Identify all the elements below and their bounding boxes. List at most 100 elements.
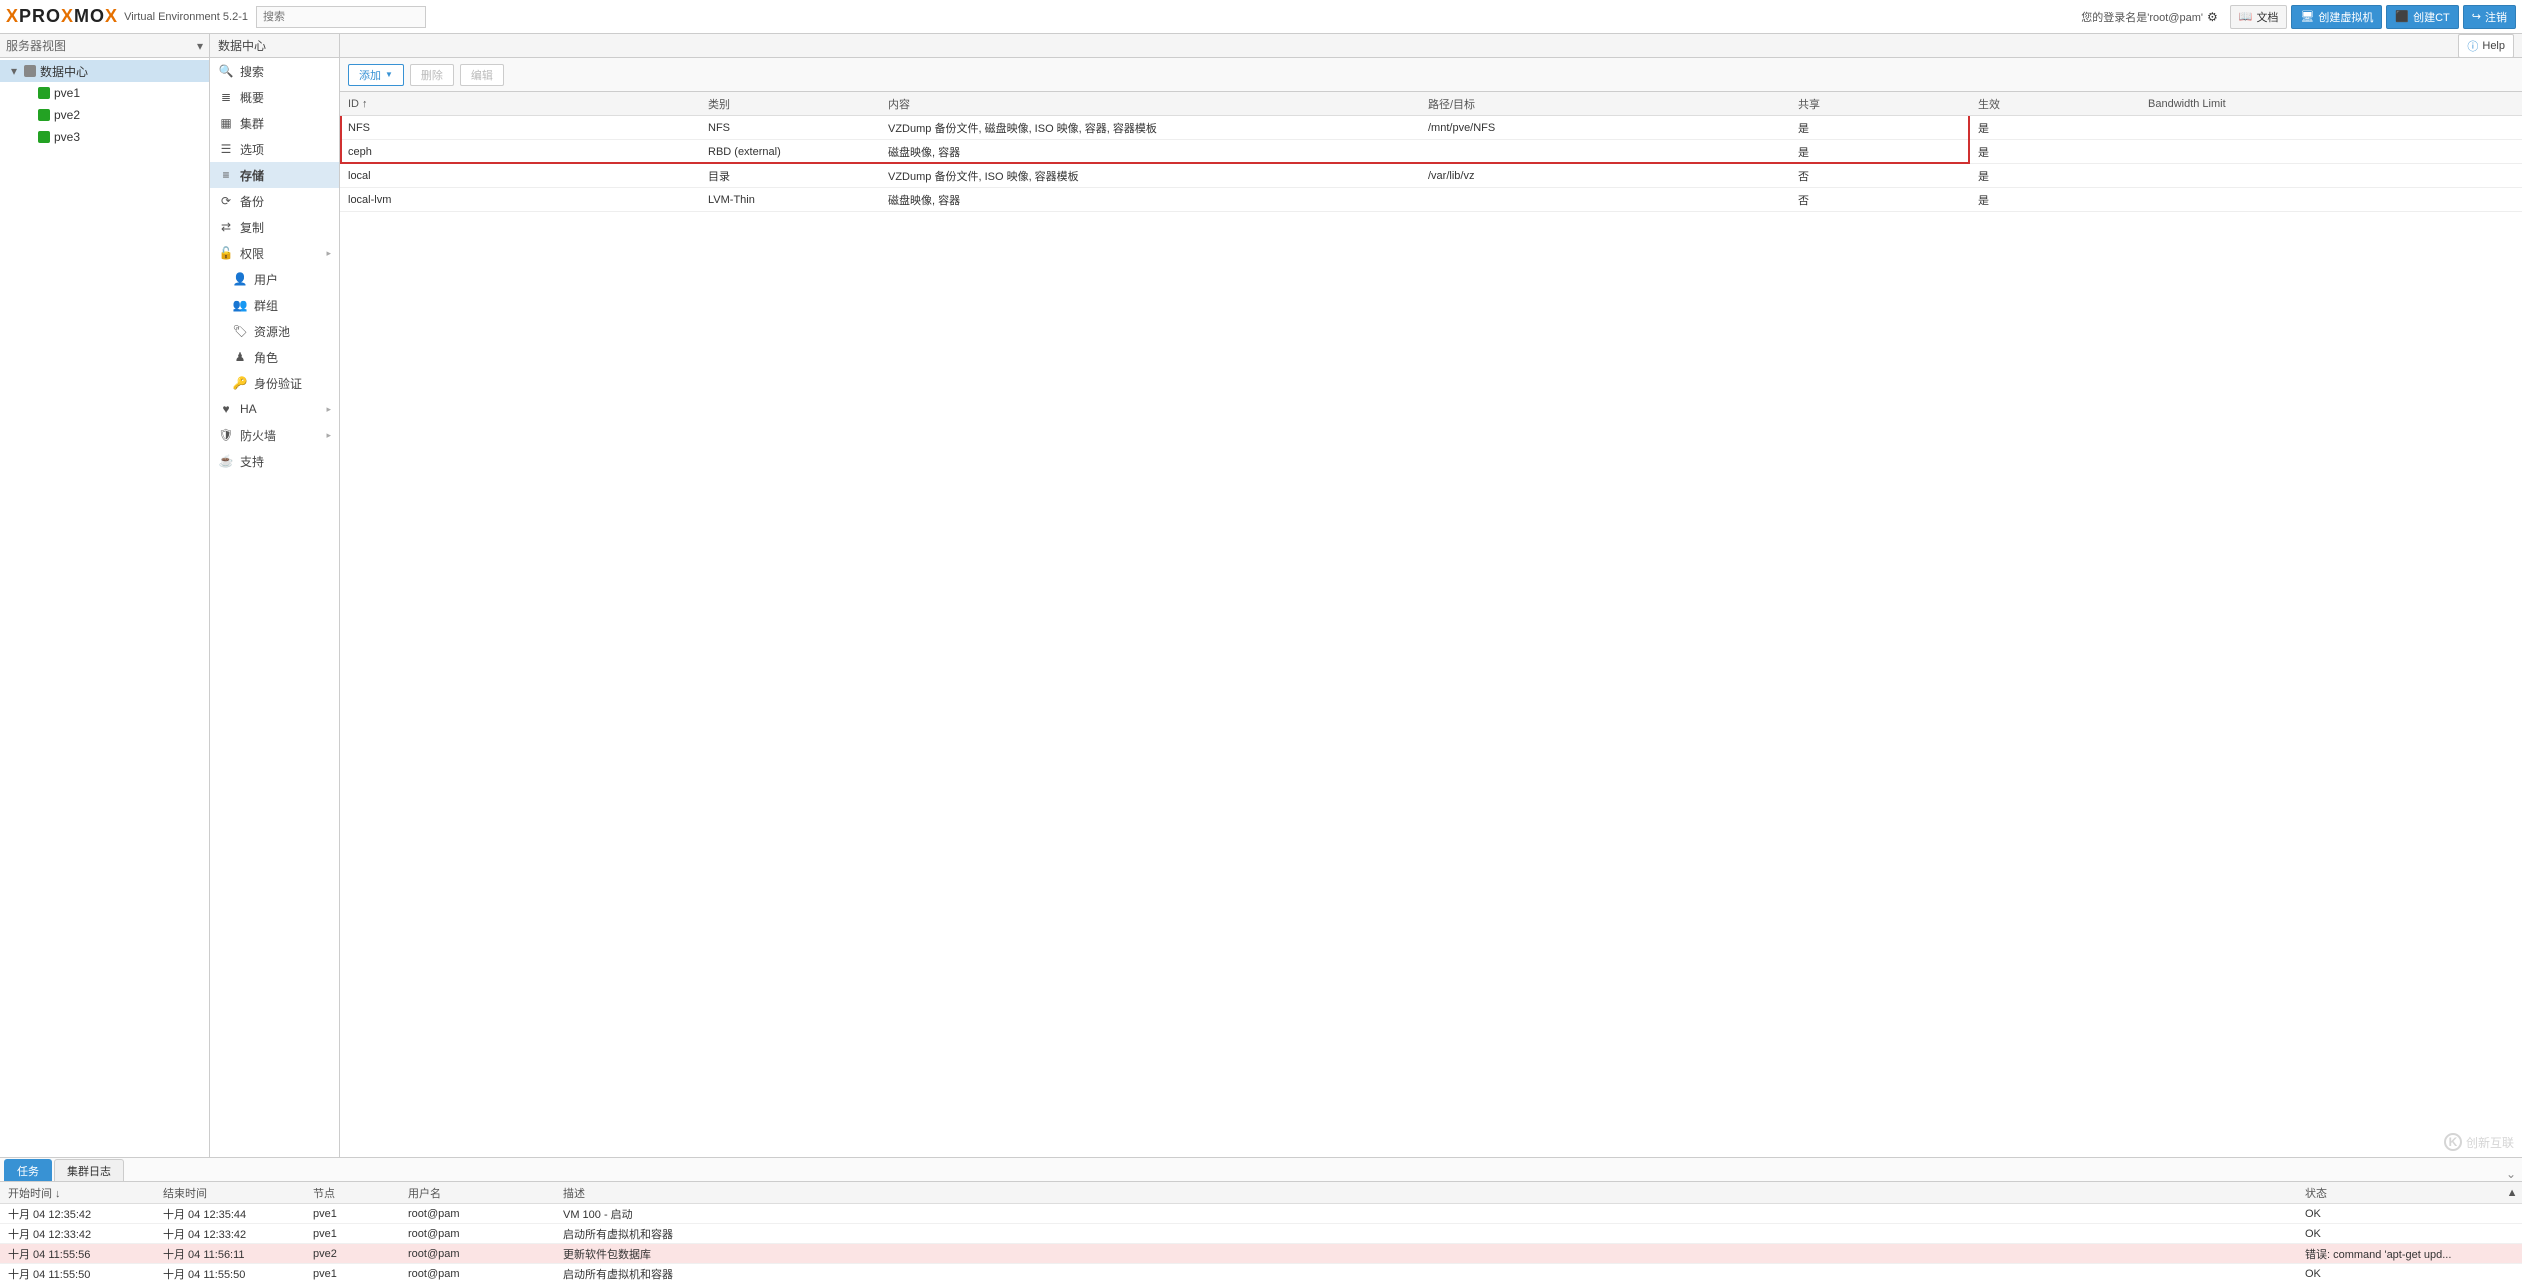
col-node[interactable]: 节点 [305, 1182, 400, 1203]
col-desc[interactable]: 描述 [555, 1182, 2297, 1203]
remove-button[interactable]: 删除 [410, 64, 454, 86]
menu-群组[interactable]: 👥群组 [210, 292, 339, 318]
menu-icon: ▦ [218, 116, 234, 130]
tab-tasks[interactable]: 任务 [4, 1159, 52, 1181]
log-row[interactable]: 十月 04 11:55:56十月 04 11:56:11pve2root@pam… [0, 1244, 2522, 1264]
log-row[interactable]: 十月 04 12:35:42十月 04 12:35:44pve1root@pam… [0, 1204, 2522, 1224]
storage-row[interactable]: cephRBD (external)磁盘映像, 容器是是 [340, 140, 2522, 164]
menu-搜索[interactable]: 🔍搜索 [210, 58, 339, 84]
menu-身份验证[interactable]: 🔑身份验证 [210, 370, 339, 396]
tree-datacenter[interactable]: ▾ 数据中心 [0, 60, 209, 82]
col-user[interactable]: 用户名 [400, 1182, 555, 1203]
menu-权限[interactable]: 🔓权限▸ [210, 240, 339, 266]
grid-header: ID ↑ 类别 内容 路径/目标 共享 生效 Bandwidth Limit [340, 92, 2522, 116]
col-path[interactable]: 路径/目标 [1420, 92, 1790, 115]
col-shared[interactable]: 共享 [1790, 92, 1970, 115]
col-enabled[interactable]: 生效 [1970, 92, 2140, 115]
menu-icon: 🔑 [232, 376, 248, 390]
global-search-input[interactable] [256, 6, 426, 28]
menu-icon: 🔍 [218, 64, 234, 78]
menu-icon: 🏷 [232, 324, 248, 338]
datacenter-icon [24, 65, 36, 77]
menu-icon: ⇄ [218, 220, 234, 234]
scroll-up-icon[interactable]: ▲ [2502, 1182, 2522, 1203]
chevron-down-icon: ▼ [385, 70, 393, 79]
panel-collapse-icon[interactable]: ⌄ [2506, 1167, 2516, 1181]
menu-概要[interactable]: ≣概要 [210, 84, 339, 110]
log-header: 开始时间 ↓ 结束时间 节点 用户名 描述 状态 ▲ [0, 1182, 2522, 1204]
menu-存储[interactable]: ≡存储 [210, 162, 339, 188]
menu-复制[interactable]: ⇄复制 [210, 214, 339, 240]
chevron-down-icon: ▾ [197, 39, 203, 53]
content-panel: ⓘHelp 添加▼ 删除 编辑 ID ↑ 类别 内容 路径/目标 共享 生效 B… [340, 34, 2522, 1157]
create-ct-button[interactable]: ⬛创建CT [2386, 5, 2458, 29]
storage-toolbar: 添加▼ 删除 编辑 [340, 58, 2522, 92]
menu-icon: ♥ [218, 402, 234, 416]
chevron-right-icon: ▸ [326, 404, 331, 415]
create-vm-button[interactable]: 🖥创建虚拟机 [2291, 5, 2382, 29]
book-icon: 📖 [2239, 10, 2253, 23]
col-bandwidth[interactable]: Bandwidth Limit [2140, 92, 2522, 115]
log-row[interactable]: 十月 04 12:33:42十月 04 12:33:42pve1root@pam… [0, 1224, 2522, 1244]
menu-icon: 👤 [232, 272, 248, 286]
storage-row[interactable]: local-lvmLVM-Thin磁盘映像, 容器否是 [340, 188, 2522, 212]
menu-icon: ⟳ [218, 194, 234, 208]
documentation-button[interactable]: 📖文档 [2230, 5, 2288, 29]
monitor-icon: 🖥 [2300, 10, 2314, 23]
logout-button[interactable]: ↪注销 [2463, 5, 2516, 29]
breadcrumb: 数据中心 [210, 34, 339, 58]
storage-grid: ID ↑ 类别 内容 路径/目标 共享 生效 Bandwidth Limit N… [340, 92, 2522, 1157]
menu-icon: ☕ [218, 454, 234, 468]
top-header: X PRO X MO X Virtual Environment 5.2-1 您… [0, 0, 2522, 34]
watermark: K创新互联 [2444, 1133, 2514, 1151]
gear-icon[interactable]: ⚙ [2207, 10, 2218, 24]
menu-选项[interactable]: ☰选项 [210, 136, 339, 162]
login-user-label: 您的登录名是'root@pam' [2081, 9, 2203, 25]
menu-集群[interactable]: ▦集群 [210, 110, 339, 136]
storage-row[interactable]: local目录VZDump 备份文件, ISO 映像, 容器模板/var/lib… [340, 164, 2522, 188]
col-content[interactable]: 内容 [880, 92, 1420, 115]
menu-icon: 🔓 [218, 246, 234, 260]
view-selector[interactable]: 服务器视图 ▾ [0, 34, 209, 58]
menu-icon: ≣ [218, 90, 234, 104]
menu-角色[interactable]: ♟角色 [210, 344, 339, 370]
node-icon [38, 109, 50, 121]
menu-icon: ☰ [218, 142, 234, 156]
node-icon [38, 87, 50, 99]
chevron-right-icon: ▸ [326, 248, 331, 259]
server-tree-panel: 服务器视图 ▾ ▾ 数据中心 pve1pve2pve3 [0, 34, 210, 1157]
col-id[interactable]: ID ↑ [340, 92, 700, 115]
col-start[interactable]: 开始时间 ↓ [0, 1182, 155, 1203]
collapse-icon[interactable]: ▾ [8, 64, 20, 78]
task-log-panel: 任务 集群日志 ⌄ 开始时间 ↓ 结束时间 节点 用户名 描述 状态 ▲ 十月 … [0, 1157, 2522, 1281]
config-menu-panel: 数据中心 🔍搜索≣概要▦集群☰选项≡存储⟳备份⇄复制🔓权限▸👤用户👥群组🏷资源池… [210, 34, 340, 1157]
node-icon [38, 131, 50, 143]
menu-HA[interactable]: ♥HA▸ [210, 396, 339, 422]
tree-node-pve1[interactable]: pve1 [0, 82, 209, 104]
tab-cluster-log[interactable]: 集群日志 [54, 1159, 124, 1181]
logo: X PRO X MO X [6, 6, 118, 27]
menu-icon: 👥 [232, 298, 248, 312]
help-button[interactable]: ⓘHelp [2458, 34, 2514, 58]
help-icon: ⓘ [2467, 38, 2478, 54]
menu-防火墙[interactable]: 🛡防火墙▸ [210, 422, 339, 448]
cube-icon: ⬛ [2395, 10, 2409, 23]
menu-资源池[interactable]: 🏷资源池 [210, 318, 339, 344]
menu-备份[interactable]: ⟳备份 [210, 188, 339, 214]
col-type[interactable]: 类别 [700, 92, 880, 115]
log-row[interactable]: 十月 04 11:55:50十月 04 11:55:50pve1root@pam… [0, 1264, 2522, 1281]
menu-支持[interactable]: ☕支持 [210, 448, 339, 474]
menu-icon: 🛡 [218, 428, 234, 442]
edit-button[interactable]: 编辑 [460, 64, 504, 86]
add-button[interactable]: 添加▼ [348, 64, 404, 86]
tree-node-pve2[interactable]: pve2 [0, 104, 209, 126]
menu-用户[interactable]: 👤用户 [210, 266, 339, 292]
menu-icon: ♟ [232, 350, 248, 364]
chevron-right-icon: ▸ [326, 430, 331, 441]
storage-row[interactable]: NFSNFSVZDump 备份文件, 磁盘映像, ISO 映像, 容器, 容器模… [340, 116, 2522, 140]
col-status[interactable]: 状态 [2297, 1182, 2502, 1203]
logout-icon: ↪ [2472, 10, 2481, 23]
col-end[interactable]: 结束时间 [155, 1182, 305, 1203]
tree-node-pve3[interactable]: pve3 [0, 126, 209, 148]
version-label: Virtual Environment 5.2-1 [124, 11, 248, 23]
